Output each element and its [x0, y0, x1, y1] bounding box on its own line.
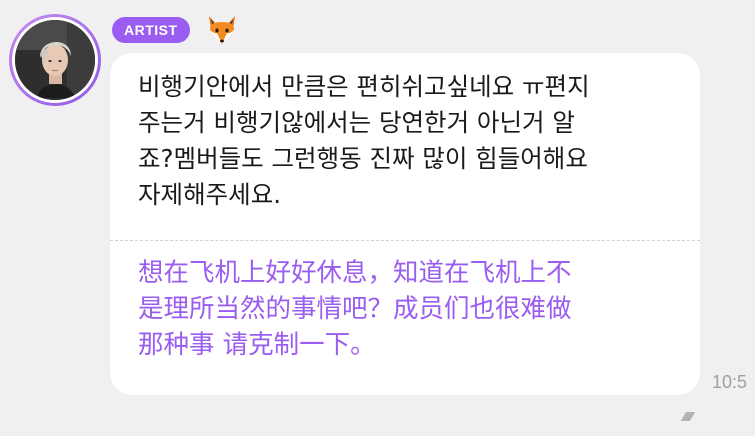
message-text-korean: 비행기안에서 만큼은 편히쉬고싶네요 ㅠ편지 주는거 비행기않에서는 당연한거 …	[138, 72, 590, 209]
message-bubble[interactable]: 비행기안에서 만큼은 편히쉬고싶네요 ㅠ편지 주는거 비행기않에서는 당연한거 …	[110, 53, 700, 395]
artist-avatar[interactable]	[9, 14, 101, 106]
message-text-translation: 想在飞机上好好休息，知道在飞机上不 是理所当然的事情吧？成员们也很难做 那种事 …	[138, 258, 572, 360]
message-timestamp: 10:5	[712, 372, 748, 392]
artist-badge: ARTIST	[112, 17, 190, 43]
avatar-ring	[12, 17, 98, 103]
watermark: ⁄⁄⁄⁄⁄⁄⁄⁄⁄	[683, 410, 693, 424]
translation-divider	[110, 240, 700, 241]
avatar-photo	[15, 20, 95, 100]
fox-face-icon	[209, 16, 235, 44]
